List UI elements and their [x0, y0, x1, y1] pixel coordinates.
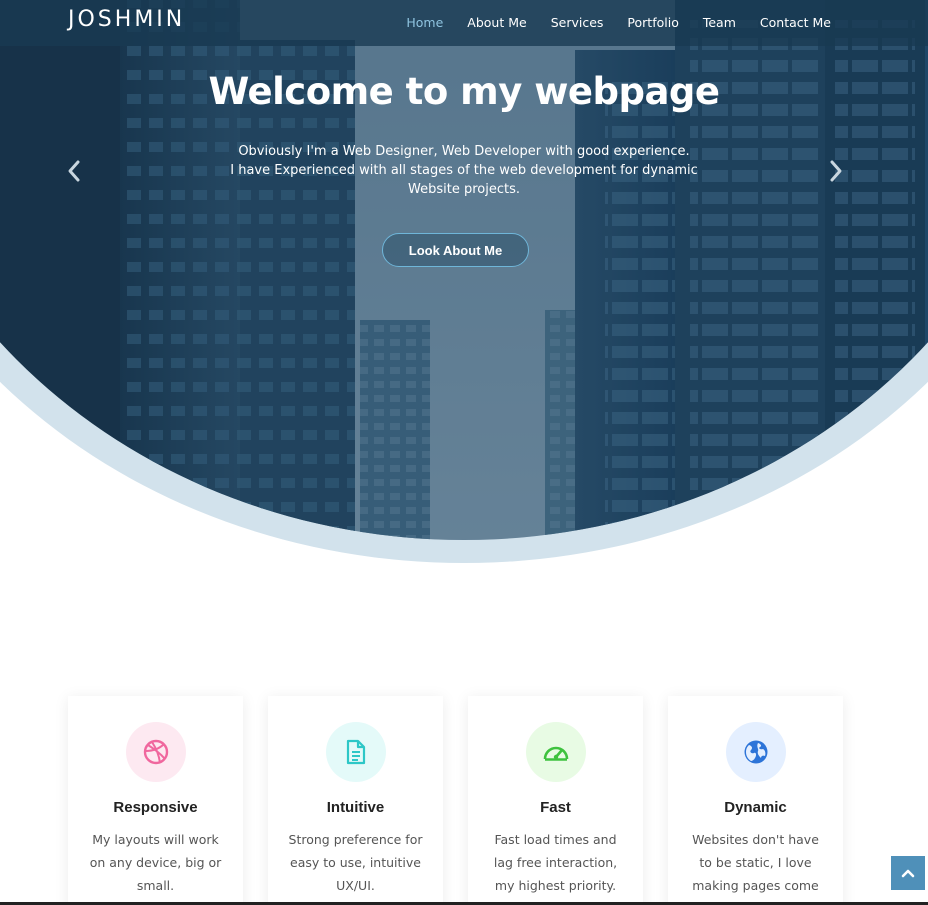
hero-text-line: Obviously I'm a Web Designer, Web Develo…	[238, 144, 690, 159]
feature-title: Fast	[540, 799, 571, 816]
feature-title: Dynamic	[724, 799, 787, 816]
feature-title: Responsive	[113, 799, 198, 816]
speedometer-icon	[525, 722, 586, 782]
nav-item-home[interactable]: Home	[406, 15, 443, 30]
hero-text-line: Website projects.	[408, 182, 520, 197]
hero-title: Welcome to my webpage	[208, 70, 721, 113]
nav-item-contact[interactable]: Contact Me	[760, 15, 831, 30]
chevron-right-icon[interactable]	[827, 158, 845, 184]
look-about-me-button[interactable]: Look About Me	[382, 233, 529, 267]
feature-text: Strong preference for easy to use, intui…	[288, 832, 423, 893]
hero-description: Obviously I'm a Web Designer, Web Develo…	[214, 142, 714, 199]
feature-title: Intuitive	[326, 799, 385, 816]
globe-icon	[725, 722, 786, 782]
feature-card-fast: Fast Fast load times and lag free intera…	[468, 696, 643, 905]
back-to-top-button[interactable]	[891, 856, 925, 890]
hero-text-line: I have Experienced with all stages of th…	[230, 163, 698, 178]
nav-item-portfolio[interactable]: Portfolio	[627, 15, 678, 30]
feature-text: Fast load times and lag free interaction…	[493, 832, 618, 893]
chevron-left-icon[interactable]	[65, 158, 83, 184]
dribbble-icon	[125, 722, 186, 782]
document-icon	[325, 722, 386, 782]
feature-card-dynamic: Dynamic Websites don't have to be static…	[668, 696, 843, 905]
nav-menu: Home About Me Services Portfolio Team Co…	[406, 15, 831, 30]
feature-card-intuitive: Intuitive Strong preference for easy to …	[268, 696, 443, 905]
nav-item-services[interactable]: Services	[551, 15, 604, 30]
feature-card-responsive: Responsive My layouts will work on any d…	[68, 696, 243, 905]
feature-text: My layouts will work on any device, big …	[89, 832, 222, 893]
chevron-up-icon	[901, 869, 915, 878]
site-logo[interactable]: JOSHMIN	[68, 7, 185, 32]
nav-item-about[interactable]: About Me	[467, 15, 526, 30]
feature-text: Websites don't have to be static, I love…	[692, 832, 819, 893]
nav-item-team[interactable]: Team	[703, 15, 736, 30]
navbar: JOSHMIN Home About Me Services Portfolio…	[0, 0, 928, 46]
